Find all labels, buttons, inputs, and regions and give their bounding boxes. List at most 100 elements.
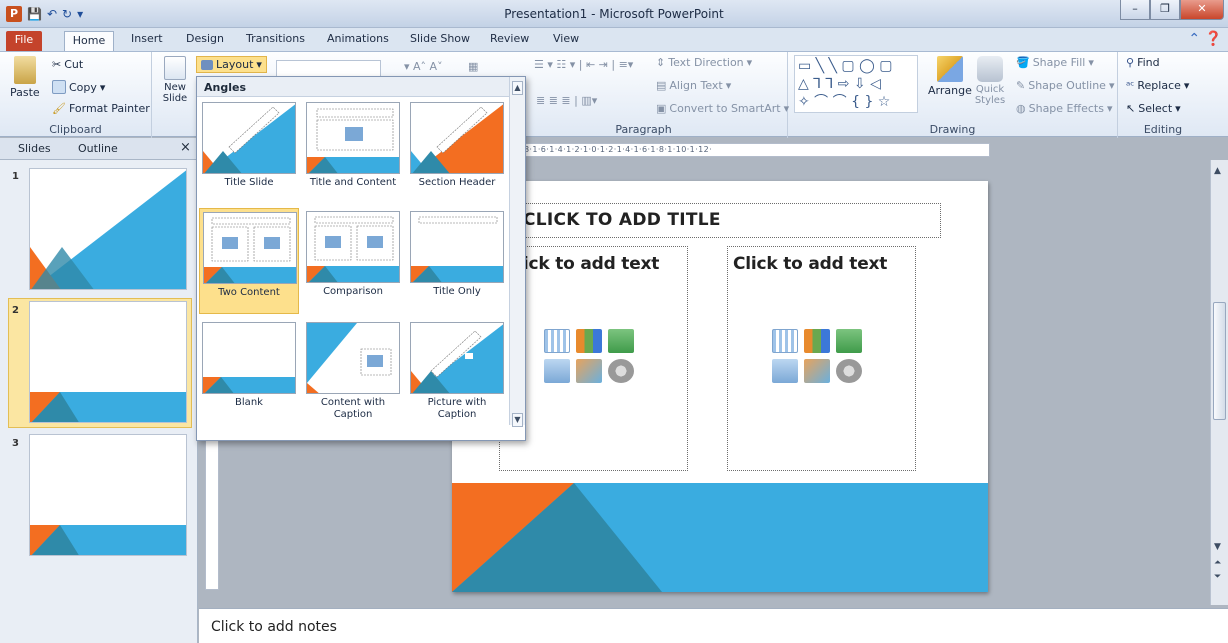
- insert-picture-icon[interactable]: [772, 359, 798, 383]
- paintbrush-icon: 🖌: [52, 102, 66, 115]
- gallery-scrollbar[interactable]: ▲ ▼: [509, 77, 525, 427]
- shape-effects-label: Shape Effects: [1028, 102, 1104, 115]
- tab-file[interactable]: File: [6, 31, 42, 51]
- title-slide-graphic: [30, 170, 186, 289]
- slide-thumbnail-2[interactable]: [29, 301, 187, 423]
- title-bar: P 💾 ↶ ↻ ▾ Presentation1 - Microsoft Powe…: [0, 0, 1228, 28]
- insert-table-icon[interactable]: [772, 329, 798, 353]
- picture-caption-preview: [411, 324, 503, 393]
- insert-chart-icon[interactable]: [576, 329, 602, 353]
- replace-button[interactable]: ᵃᶜ Replace ▾: [1126, 79, 1189, 92]
- insert-smartart-icon[interactable]: [608, 329, 634, 353]
- title-placeholder[interactable]: CLICK TO ADD TITLE: [516, 203, 941, 238]
- pane-close-icon[interactable]: ×: [180, 140, 191, 155]
- editing-group-label: Editing: [1143, 123, 1183, 136]
- layout-blank[interactable]: Blank: [199, 319, 299, 425]
- slide-thumbnail-3[interactable]: [29, 434, 187, 556]
- font-size-controls[interactable]: ▾ A˄ A˅: [404, 60, 443, 73]
- tab-view[interactable]: View: [553, 32, 579, 45]
- tab-outline[interactable]: Outline: [78, 142, 118, 155]
- tab-home[interactable]: Home: [64, 31, 114, 53]
- shape-fill-label: Shape Fill: [1032, 56, 1086, 69]
- layout-picture-with-caption[interactable]: Picture with Caption: [407, 319, 507, 425]
- layout-label: Section Header: [418, 177, 496, 188]
- gallery-scroll-up-icon[interactable]: ▲: [512, 81, 523, 95]
- shapes-gallery[interactable]: ▭ ╲ ╲ ▢ ◯ ▢ △ ⅂ ⅂ ⇨ ⇩ ◁ ✧ ⌒ ⌒ { } ☆: [794, 55, 918, 113]
- maximize-button[interactable]: ❐: [1150, 0, 1180, 20]
- notes-pane[interactable]: Click to add notes: [199, 608, 1228, 643]
- insert-picture-icon[interactable]: [544, 359, 570, 383]
- right-content-icons: [772, 329, 868, 383]
- layout-content-with-caption[interactable]: Content with Caption: [303, 319, 403, 425]
- clear-formatting-icon[interactable]: ▦: [468, 60, 478, 73]
- text-direction-button[interactable]: ⇕ Text Direction ▾: [656, 56, 752, 69]
- previous-slide-icon[interactable]: ⏶: [1214, 558, 1221, 568]
- find-label: Find: [1137, 56, 1160, 69]
- layout-two-content[interactable]: Two Content: [199, 208, 299, 314]
- cut-button[interactable]: ✂ Cut: [52, 58, 83, 71]
- insert-smartart-icon[interactable]: [836, 329, 862, 353]
- insert-table-icon[interactable]: [544, 329, 570, 353]
- gallery-scroll-down-icon[interactable]: ▼: [512, 413, 523, 427]
- insert-media-icon[interactable]: [608, 359, 634, 383]
- blank-preview: [203, 377, 295, 393]
- select-button[interactable]: ↖ Select ▾: [1126, 102, 1181, 115]
- minimize-button[interactable]: –: [1120, 0, 1150, 20]
- vertical-scrollbar[interactable]: ▲ ▼ ⏶ ⏷: [1210, 160, 1228, 605]
- alignment-buttons[interactable]: ≣ ≣ ≣ | ▥▾: [536, 94, 597, 107]
- align-text-button[interactable]: ▤ Align Text ▾: [656, 79, 731, 92]
- tab-review[interactable]: Review: [490, 32, 529, 45]
- current-slide[interactable]: CLICK TO ADD TITLE Click to add text Cli…: [452, 181, 988, 592]
- layout-label: Content with Caption: [320, 397, 386, 420]
- find-button[interactable]: ⚲ Find: [1126, 56, 1160, 69]
- layout-gallery: Angles Title Slide Title and Content Sec…: [196, 76, 526, 441]
- layout-title-only[interactable]: Title Only: [407, 208, 507, 314]
- title-content-preview: [307, 108, 399, 173]
- scroll-down-icon[interactable]: ▼: [1214, 542, 1221, 552]
- quick-styles-button[interactable]: Quick Styles: [974, 56, 1006, 106]
- tab-design[interactable]: Design: [186, 32, 224, 45]
- tab-slide-show[interactable]: Slide Show: [410, 32, 470, 45]
- help-icon[interactable]: ⌃ ❓: [1188, 31, 1222, 47]
- tab-transitions[interactable]: Transitions: [246, 32, 305, 45]
- insert-media-icon[interactable]: [836, 359, 862, 383]
- scroll-up-icon[interactable]: ▲: [1214, 166, 1221, 176]
- new-slide-button[interactable]: New Slide: [158, 56, 192, 104]
- shape-fill-button[interactable]: 🪣 Shape Fill ▾: [1016, 56, 1094, 69]
- layout-comparison[interactable]: Comparison: [303, 208, 403, 314]
- next-slide-icon[interactable]: ⏷: [1214, 572, 1221, 582]
- tab-insert[interactable]: Insert: [131, 32, 163, 45]
- tab-animations[interactable]: Animations: [327, 32, 389, 45]
- shape-effects-icon: ◍: [1016, 102, 1026, 115]
- layout-label: Layout: [216, 58, 254, 71]
- pen-icon: ✎: [1016, 79, 1026, 92]
- shape-effects-button[interactable]: ◍ Shape Effects ▾: [1016, 102, 1112, 115]
- convert-smartart-button[interactable]: ▣ Convert to SmartArt ▾: [656, 102, 789, 115]
- insert-clip-art-icon[interactable]: [804, 359, 830, 383]
- copy-button[interactable]: Copy ▾: [52, 80, 105, 94]
- paste-button[interactable]: Paste: [10, 56, 40, 99]
- arrange-button[interactable]: Arrange: [928, 56, 972, 97]
- clipboard-group: Paste ✂ Cut Copy ▾ 🖌 Format Painter Clipboa…: [0, 52, 152, 138]
- paint-bucket-icon: 🪣: [1016, 56, 1030, 69]
- left-content-text: Click to add text: [505, 254, 660, 274]
- layout-button[interactable]: Layout ▾: [196, 56, 267, 73]
- insert-chart-icon[interactable]: [804, 329, 830, 353]
- layout-title-slide[interactable]: Title Slide: [199, 99, 299, 205]
- layout-title-and-content[interactable]: Title and Content: [303, 99, 403, 205]
- slide-thumbnail-1[interactable]: [29, 168, 187, 290]
- left-content-placeholder[interactable]: Click to add text: [499, 246, 688, 471]
- right-content-placeholder[interactable]: Click to add text: [727, 246, 916, 471]
- new-slide-icon: [164, 56, 186, 80]
- blank-slide-graphic: [30, 525, 186, 555]
- bullets-numbering[interactable]: ☰ ▾ ☷ ▾ | ⇤ ⇥ | ≡▾: [534, 58, 633, 71]
- close-button[interactable]: ✕: [1180, 0, 1224, 20]
- shape-outline-button[interactable]: ✎ Shape Outline ▾: [1016, 79, 1115, 92]
- format-painter-button[interactable]: 🖌 Format Painter: [52, 102, 150, 115]
- layout-section-header[interactable]: Section Header: [407, 99, 507, 205]
- scrollbar-thumb[interactable]: [1213, 302, 1226, 420]
- layout-label: Two Content: [218, 287, 280, 298]
- tab-slides[interactable]: Slides: [18, 142, 51, 155]
- cursor-icon: ↖: [1126, 102, 1136, 115]
- insert-clip-art-icon[interactable]: [576, 359, 602, 383]
